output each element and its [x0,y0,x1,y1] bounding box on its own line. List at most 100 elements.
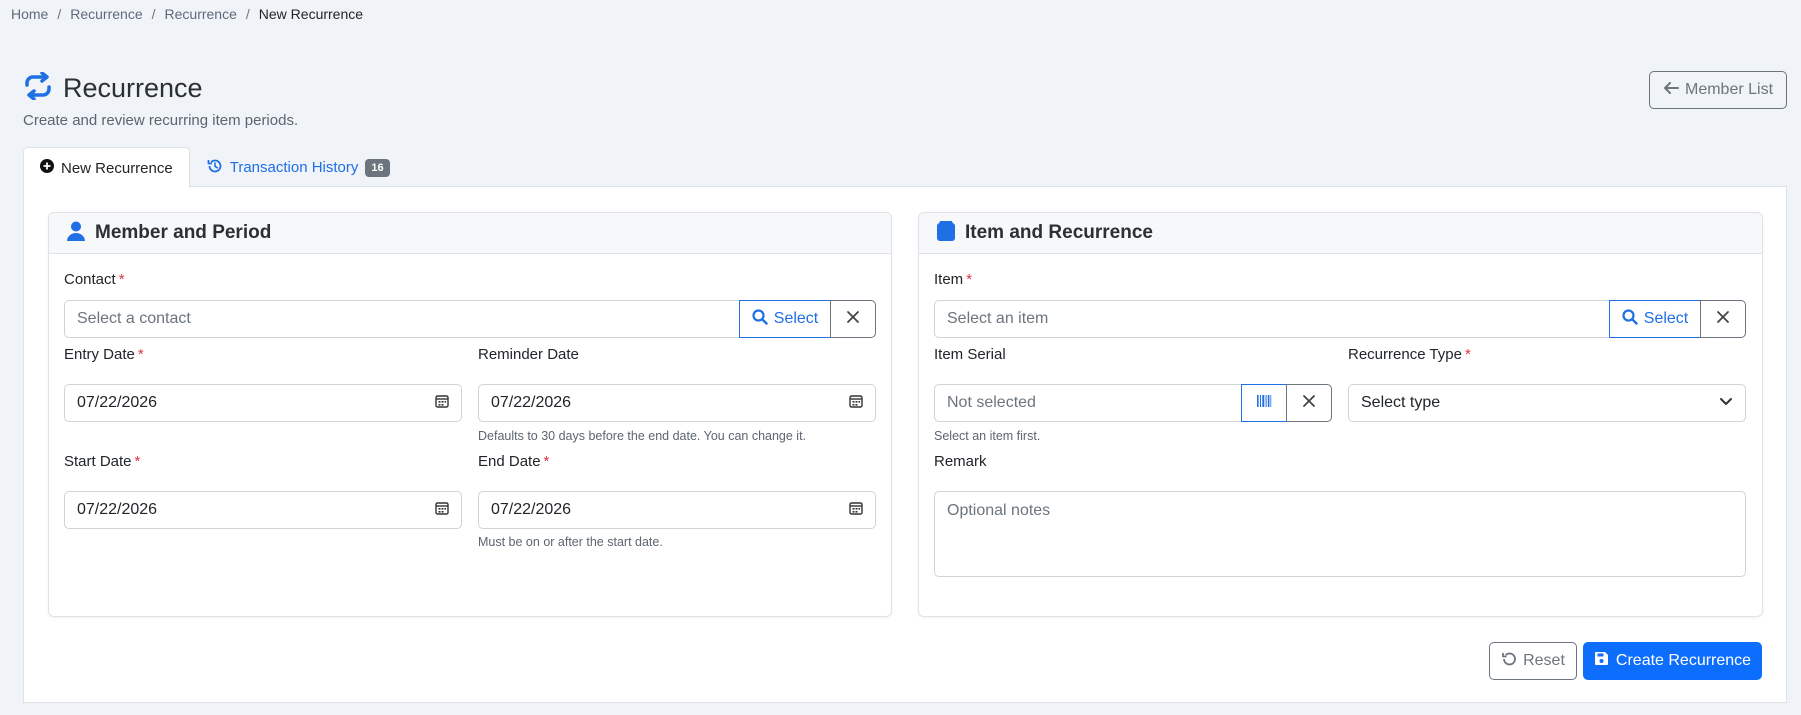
contact-label: Contact * [64,271,125,288]
member-list-label: Member List [1684,81,1774,98]
tab-transaction-history-label: Transaction History [229,159,359,176]
item-select-label: Select [1643,310,1689,327]
tab-new-recurrence-label: New Recurrence [61,159,173,177]
required-marker: * [543,453,550,470]
breadcrumb-separator: / [245,6,250,22]
reset-button[interactable]: Reset [1489,642,1577,680]
tab-panel: Member and Period Contact * Select a cont… [23,186,1787,703]
entry-date-label-text: Entry Date [64,346,135,363]
breadcrumb: Home / Recurrence / Recurrence / New Rec… [11,6,363,22]
contact-label-text: Contact [64,271,116,288]
calendar-icon[interactable] [849,394,863,413]
page-header: Recurrence [23,71,203,105]
item-recurrence-title: Item and Recurrence [965,222,1153,243]
item-label-text: Item [934,271,964,288]
member-period-title: Member and Period [95,222,272,243]
item-label: Item * [934,271,972,288]
end-date-help-text: Must be on or after the start date. [478,535,663,549]
end-date-label-text: End Date [478,453,541,470]
start-date-label-text: Start Date [64,453,132,470]
calendar-icon[interactable] [849,501,863,520]
contact-select-label: Select [773,310,819,327]
close-icon [1716,310,1730,329]
search-icon [752,308,768,330]
remark-textarea[interactable]: Optional notes [934,491,1746,577]
member-period-card: Member and Period Contact * Select a cont… [48,212,892,617]
item-input[interactable]: Select an item [934,300,1610,338]
close-icon [1302,394,1316,413]
page-title: Recurrence [63,73,203,103]
breadcrumb-recurrence[interactable]: Recurrence [70,6,142,22]
recurrence-type-label: Recurrence Type * [1348,346,1471,363]
item-recurrence-card: Item and Recurrence Item * Select an item… [918,212,1763,617]
entry-date-label: Entry Date * [64,346,144,363]
end-date-value: 07/22/2026 [491,501,572,518]
item-input-group: Select an item Select [934,300,1746,338]
start-date-input[interactable]: 07/22/2026 [64,491,462,529]
close-icon [846,310,860,329]
item-serial-clear-button[interactable] [1286,384,1332,422]
undo-icon [1501,651,1517,672]
start-date-label: Start Date * [64,453,140,470]
reminder-date-input[interactable]: 07/22/2026 [478,384,876,422]
plus-circle-icon [40,159,54,177]
item-serial-label: Item Serial [934,346,1006,363]
item-serial-help-text: Select an item first. [934,429,1041,443]
item-select-button[interactable]: Select [1609,300,1701,338]
history-icon [207,158,223,178]
contact-clear-button[interactable] [830,300,876,338]
item-serial-input[interactable]: Not selected [934,384,1242,422]
arrow-left-icon [1663,81,1679,100]
breadcrumb-recurrence-list[interactable]: Recurrence [165,6,237,22]
create-recurrence-button[interactable]: Create Recurrence [1583,642,1762,680]
tab-bar: New Recurrence Transaction History 16 [23,147,407,188]
tab-new-recurrence[interactable]: New Recurrence [23,147,190,188]
end-date-group: 07/22/2026 [478,491,876,529]
calendar-icon[interactable] [435,394,449,413]
breadcrumb-home[interactable]: Home [11,6,48,22]
item-clear-button[interactable] [1700,300,1746,338]
search-icon [1622,308,1638,330]
create-recurrence-label: Create Recurrence [1615,652,1752,669]
required-marker: * [134,453,141,470]
breadcrumb-separator: / [57,6,62,22]
contact-input-group: Select a contact Select [64,300,876,338]
reset-label: Reset [1523,652,1565,669]
entry-date-group: 07/22/2026 [64,384,462,422]
required-marker: * [137,346,144,363]
chevron-down-icon [1719,394,1733,412]
entry-date-input[interactable]: 07/22/2026 [64,384,462,422]
item-recurrence-header: Item and Recurrence [919,213,1762,254]
member-list-button[interactable]: Member List [1649,71,1787,109]
calendar-icon[interactable] [435,501,449,520]
remark-label: Remark [934,453,987,470]
reminder-date-value: 07/22/2026 [491,394,572,411]
start-date-group: 07/22/2026 [64,491,462,529]
reminder-date-group: 07/22/2026 [478,384,876,422]
save-icon [1594,651,1609,671]
recurrence-type-label-text: Recurrence Type [1348,346,1462,363]
user-icon [67,221,85,246]
recurrence-type-value: Select type [1361,394,1441,411]
end-date-label: End Date * [478,453,549,470]
reminder-date-label: Reminder Date [478,346,579,363]
recurrence-icon [23,71,53,105]
start-date-value: 07/22/2026 [77,501,158,518]
contact-input[interactable]: Select a contact [64,300,740,338]
member-period-header: Member and Period [49,213,891,254]
contact-select-button[interactable]: Select [739,300,831,338]
item-box-icon [937,220,955,246]
barcode-scan-button[interactable] [1241,384,1287,422]
tab-transaction-history[interactable]: Transaction History 16 [190,147,407,187]
entry-date-value: 07/22/2026 [77,394,158,411]
required-marker: * [118,271,125,288]
item-serial-group: Not selected [934,384,1332,422]
end-date-input[interactable]: 07/22/2026 [478,491,876,529]
breadcrumb-separator: / [151,6,156,22]
reminder-help-text: Defaults to 30 days before the end date.… [478,429,807,443]
history-count-badge: 16 [365,158,390,177]
recurrence-type-select[interactable]: Select type [1348,384,1746,422]
required-marker: * [1464,346,1471,363]
required-marker: * [966,271,973,288]
page-subtitle: Create and review recurring item periods… [23,112,299,129]
